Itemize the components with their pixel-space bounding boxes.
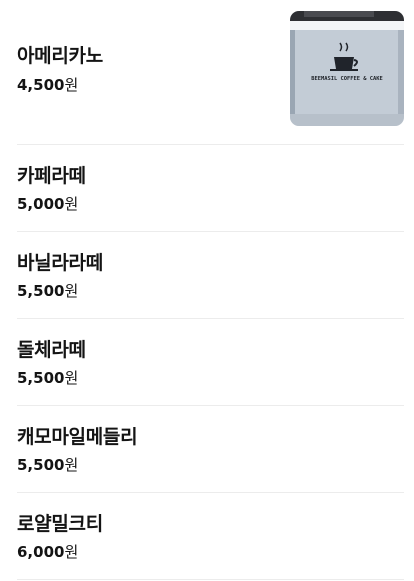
price-value: 6,000 (17, 543, 65, 561)
menu-item-price: 5,500원 (17, 454, 78, 475)
menu-item-royal-milk-tea[interactable]: 로얄밀크티 6,000원 (17, 493, 404, 580)
menu-list: 아메리카노 4,500원 BEEMASIL COFFEE & CAKE 카페라떼… (17, 0, 404, 580)
price-value: 5,500 (17, 369, 65, 387)
menu-item-cafe-latte[interactable]: 카페라떼 5,000원 (17, 145, 404, 232)
menu-item-price: 5,500원 (17, 367, 78, 388)
storefront-photo: BEEMASIL COFFEE & CAKE (290, 11, 404, 126)
menu-item-vanilla-latte[interactable]: 바닐라라떼 5,500원 (17, 232, 404, 319)
menu-item-name: 돌체라떼 (17, 339, 86, 361)
menu-item-americano[interactable]: 아메리카노 4,500원 BEEMASIL COFFEE & CAKE (17, 0, 404, 145)
price-value: 5,000 (17, 195, 65, 213)
price-currency: 원 (64, 195, 79, 213)
price-currency: 원 (64, 369, 79, 387)
menu-item-name: 카페라떼 (17, 165, 86, 187)
menu-item-price: 5,500원 (17, 280, 78, 301)
price-currency: 원 (64, 282, 79, 300)
price-value: 5,500 (17, 456, 65, 474)
price-currency: 원 (64, 456, 79, 474)
menu-item-name: 로얄밀크티 (17, 513, 103, 535)
store-sign-text: BEEMASIL COFFEE & CAKE (311, 76, 382, 82)
menu-item-chamomile-medley[interactable]: 캐모마일메들리 5,500원 (17, 406, 404, 493)
menu-item-photo[interactable]: BEEMASIL COFFEE & CAKE (290, 11, 404, 126)
menu-item-name: 바닐라라떼 (17, 252, 103, 274)
price-value: 4,500 (17, 76, 65, 94)
menu-item-name: 캐모마일메들리 (17, 426, 138, 448)
price-currency: 원 (64, 76, 79, 94)
menu-item-dolce-latte[interactable]: 돌체라떼 5,500원 (17, 319, 404, 406)
menu-item-price: 5,000원 (17, 193, 78, 214)
menu-item-price: 4,500원 (17, 74, 78, 95)
menu-item-name: 아메리카노 (17, 45, 103, 67)
price-value: 5,500 (17, 282, 65, 300)
price-currency: 원 (64, 543, 79, 561)
menu-item-price: 6,000원 (17, 541, 78, 562)
